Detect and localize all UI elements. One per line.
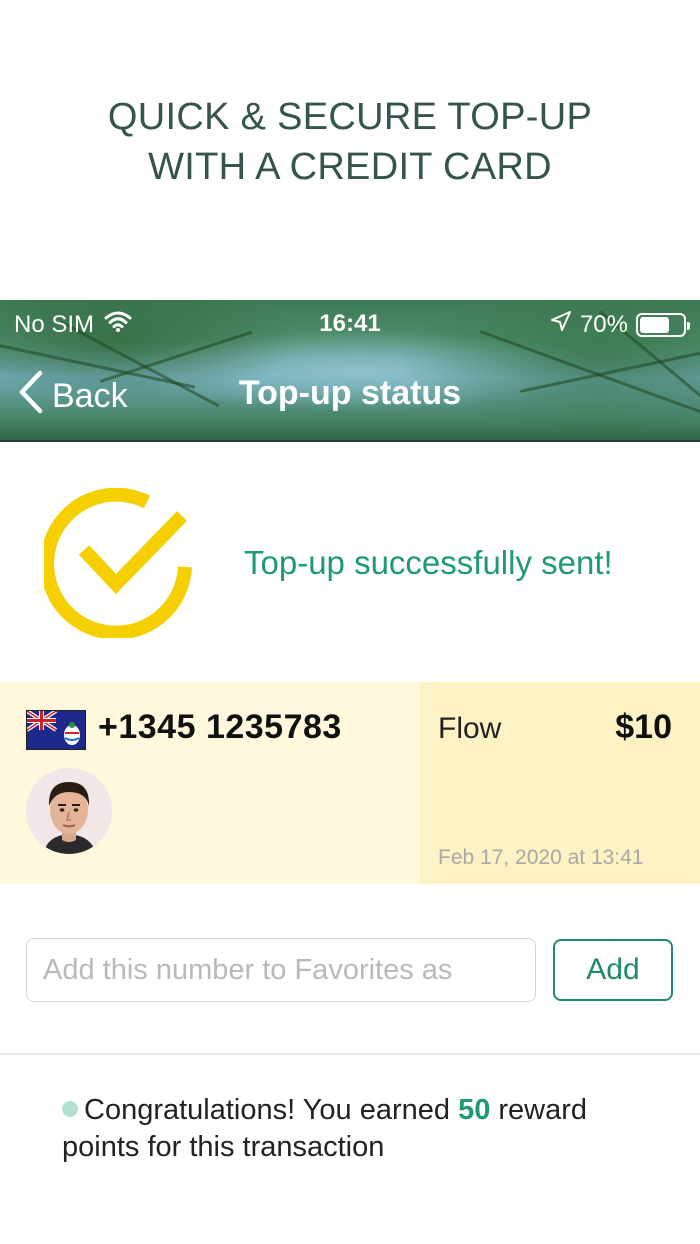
battery-icon [636, 312, 690, 337]
topup-date: Feb 17, 2020 at 13:41 [438, 846, 644, 869]
topup-amount: $10 [615, 708, 672, 746]
check-circle-icon [40, 487, 194, 643]
success-section: Top-up successfully sent! [0, 444, 700, 680]
operator-name: Flow [438, 712, 502, 745]
nav-bar: Back Top-up status [0, 362, 700, 422]
promo-heading-line2: WITH A CREDIT CARD [148, 146, 552, 188]
promo-heading: QUICK & SECURE TOP-UP WITH A CREDIT CARD [0, 92, 700, 192]
recipient-info: +1345 1235783 [0, 682, 420, 884]
success-message: Top-up successfully sent! [244, 544, 613, 581]
topup-details: Flow $10 Feb 17, 2020 at 13:41 [420, 682, 700, 884]
reward-points: 50 [458, 1094, 491, 1126]
reward-text-before: Congratulations! You earned [84, 1094, 459, 1126]
location-arrow-icon [550, 310, 572, 339]
bullet-dot-icon [62, 1101, 78, 1117]
recipient-card: +1345 1235783 Flow $10 Feb 17, 2020 at 1… [0, 682, 700, 884]
favorite-name-input[interactable] [26, 938, 536, 1002]
cayman-islands-flag-icon [25, 709, 86, 750]
add-favorite-button[interactable]: Add [553, 939, 673, 1001]
battery-percent: 70% [579, 310, 628, 338]
page-title: Top-up status [238, 374, 462, 412]
divider [0, 1053, 700, 1055]
avatar [26, 768, 112, 854]
reward-message: Congratulations! You earned 50 reward po… [62, 1092, 662, 1166]
promo-heading-line1: QUICK & SECURE TOP-UP [107, 96, 593, 138]
phone-header: No SIM 16:41 70% Back Top-up status [0, 300, 700, 442]
status-bar: No SIM 16:41 70% [0, 308, 700, 340]
recipient-phone: +1345 1235783 [98, 708, 342, 746]
